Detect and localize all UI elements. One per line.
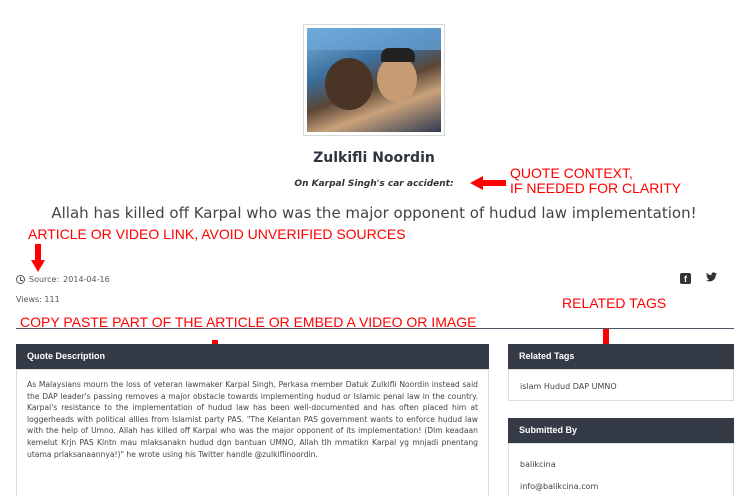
- tag-link[interactable]: UMNO: [592, 382, 617, 391]
- submitter-email[interactable]: info@balikcina.com: [520, 476, 722, 496]
- quote-text: Allah has killed off Karpal who was the …: [51, 204, 697, 222]
- quote-description-heading: Quote Description: [16, 344, 489, 369]
- related-tags-list: islam Hudud DAP UMNO: [508, 369, 734, 401]
- source-label[interactable]: Source:: [29, 275, 59, 284]
- arrow-down-icon: [31, 244, 45, 272]
- clock-icon: [16, 275, 25, 284]
- tag-link[interactable]: DAP: [573, 382, 589, 391]
- submitter-username[interactable]: balikcina: [520, 454, 722, 476]
- twitter-icon[interactable]: [706, 272, 717, 285]
- submitted-by-heading: Submitted By: [508, 418, 734, 443]
- section-divider: [16, 328, 734, 329]
- annotation-article-link: ARTICLE OR VIDEO LINK, AVOID UNVERIFIED …: [28, 226, 406, 242]
- facebook-icon[interactable]: f: [680, 273, 691, 284]
- author-photo: [303, 24, 445, 136]
- source-date[interactable]: 2014-04-16: [63, 275, 110, 284]
- quote-description-body: As Malaysians mourn the loss of veteran …: [16, 369, 489, 496]
- related-tags-heading: Related Tags: [508, 344, 734, 369]
- submitted-by-body: balikcina info@balikcina.com: [508, 443, 734, 496]
- annotation-quote-context: QUOTE CONTEXT, IF NEEDED FOR CLARITY: [510, 165, 682, 196]
- views-count: Views: 111: [16, 295, 60, 304]
- source-row: Source: 2014-04-16: [16, 275, 110, 284]
- annotation-related-tags: RELATED TAGS: [562, 295, 667, 311]
- arrow-left-icon: [470, 176, 506, 190]
- tag-link[interactable]: Hudud: [544, 382, 570, 391]
- tag-link[interactable]: islam: [520, 382, 541, 391]
- author-name[interactable]: Zulkifli Noordin: [0, 150, 748, 166]
